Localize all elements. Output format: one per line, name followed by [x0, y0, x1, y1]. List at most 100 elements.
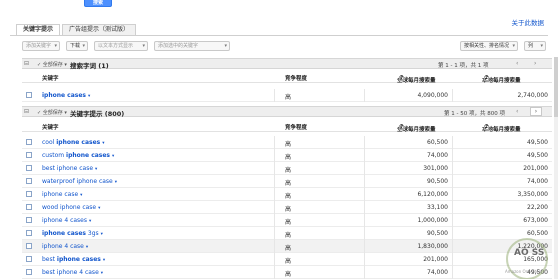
keyword-link[interactable]: iphone 4 cases ▾: [42, 217, 91, 224]
table-row: iphone cases 3gs ▾ 高 90,500 60,500: [22, 227, 552, 240]
local-searches-value: 74,000: [527, 178, 548, 185]
keyword-link[interactable]: cool iphone cases ▾: [42, 139, 104, 146]
keyword-link[interactable]: wood iphone case ▾: [42, 204, 100, 211]
competition-value: 高: [285, 94, 292, 101]
chevron-down-icon: ▾: [89, 219, 92, 224]
table-row: best iphone cases ▾ 高 201,000 165,000: [22, 253, 552, 266]
table-row: best iphone case ▾ 高 301,000 201,000: [22, 162, 552, 175]
help-icon[interactable]: ?: [484, 75, 489, 81]
tab-bar: 关键字提示 广告组提示（测试版）: [16, 24, 138, 35]
prev-page-icon[interactable]: ‹: [516, 108, 518, 115]
keyword-ideas-header: ⊟ ✓ 全部保存 ▾ 关键字提示 (800) 第 1 - 50 项，共 800 …: [22, 106, 552, 118]
table-row: waterproof iphone case ▾ 高 90,500 74,000: [22, 175, 552, 188]
global-searches-value: 201,000: [423, 256, 448, 263]
column-keyword[interactable]: 关键字: [42, 123, 59, 131]
keyword-link[interactable]: iphone case ▾: [42, 191, 82, 198]
keyword-link[interactable]: iphone cases 3gs ▾: [42, 230, 103, 237]
global-searches-value: 1,830,000: [417, 243, 448, 250]
competition-value: 高: [285, 167, 292, 174]
global-searches-value: 301,000: [423, 165, 448, 172]
local-searches-value: 673,000: [523, 217, 548, 224]
column-competition[interactable]: 竞争程度: [285, 123, 307, 131]
row-checkbox[interactable]: [26, 139, 32, 145]
about-data-link[interactable]: 关于此数据: [512, 17, 545, 27]
local-searches-value: 22,200: [527, 204, 548, 211]
watermark-subtext: Amazon One-Stop: [505, 269, 542, 274]
keyword-link[interactable]: iphone 4 case ▾: [42, 243, 88, 250]
keyword-link[interactable]: best iphone cases ▾: [42, 256, 105, 263]
tab-ad-group-ideas[interactable]: 广告组提示（测试版）: [62, 24, 137, 35]
next-page-button[interactable]: ›: [530, 107, 542, 116]
column-header-row: 关键字 竞争程度 全球每月搜索量? 本地每月搜索量?: [22, 72, 552, 84]
local-searches-value: 201,000: [523, 165, 548, 172]
row-checkbox[interactable]: [26, 256, 32, 262]
competition-value: 高: [285, 141, 292, 148]
local-searches-value: 49,500: [527, 152, 548, 159]
row-checkbox[interactable]: [26, 178, 32, 184]
competition-value: 高: [285, 245, 292, 252]
chevron-down-icon: ▾: [95, 167, 98, 172]
table-row: wood iphone case ▾ 高 33,100 22,200: [22, 201, 552, 214]
watermark-text: AO SS: [514, 248, 544, 258]
row-checkbox[interactable]: [26, 152, 32, 158]
chevron-down-icon: ▾: [102, 141, 105, 146]
chevron-down-icon: ▾: [224, 43, 227, 49]
search-button[interactable]: 搜索: [84, 0, 112, 7]
row-checkbox[interactable]: [26, 204, 32, 210]
tab-divider: [10, 35, 548, 36]
download-all-link[interactable]: ✓ 全部保存 ▾: [37, 109, 67, 116]
local-searches-value: 2,740,000: [517, 92, 548, 99]
keyword-link[interactable]: iphone cases ▾: [42, 92, 90, 99]
prev-page-icon[interactable]: ‹: [516, 60, 518, 67]
help-icon[interactable]: ?: [399, 124, 404, 130]
sort-select[interactable]: 按相关性、排名情况 ▾: [460, 41, 518, 51]
download-button[interactable]: 下载 ▾: [66, 41, 88, 51]
chevron-down-icon: ▾: [540, 43, 543, 49]
chevron-down-icon: ▾: [142, 43, 145, 49]
chevron-down-icon: ▾: [54, 43, 57, 49]
global-searches-value: 33,100: [427, 204, 448, 211]
tab-keyword-ideas[interactable]: 关键字提示: [16, 24, 61, 35]
row-checkbox[interactable]: [26, 92, 32, 98]
row-checkbox[interactable]: [26, 217, 32, 223]
keyword-link[interactable]: waterproof iphone case ▾: [42, 178, 117, 185]
chevron-down-icon: ▾: [80, 193, 83, 198]
competition-value: 高: [285, 232, 292, 239]
table-row: iphone 4 cases ▾ 高 1,000,000 673,000: [22, 214, 552, 227]
row-checkbox[interactable]: [26, 230, 32, 236]
columns-button[interactable]: 列 ▾: [524, 41, 546, 51]
row-checkbox[interactable]: [26, 269, 32, 275]
collapse-icon[interactable]: ⊟: [24, 60, 29, 67]
chevron-down-icon: ▾: [85, 245, 89, 250]
column-keyword[interactable]: 关键字: [42, 74, 59, 82]
chevron-down-icon: ▾: [512, 43, 515, 49]
keyword-link[interactable]: best iphone case ▾: [42, 165, 97, 172]
chevron-down-icon: ▾: [100, 271, 104, 276]
row-checkbox[interactable]: [26, 243, 32, 249]
watermark-logo: AO SS Amazon One-Stop: [505, 238, 548, 279]
row-checkbox[interactable]: [26, 165, 32, 171]
add-keyword-button[interactable]: 添加关键字 ▾: [22, 41, 60, 51]
column-competition[interactable]: 竞争程度: [285, 74, 307, 82]
chevron-down-icon: ▾: [88, 94, 91, 99]
table-row: cool iphone cases ▾ 高 60,500 49,500: [22, 136, 552, 149]
add-selected-button[interactable]: 添加选中的关键字 ▾: [154, 41, 230, 51]
table-row: iphone cases ▾ 高 4,090,000 2,740,000: [22, 89, 552, 102]
row-checkbox[interactable]: [26, 191, 32, 197]
local-searches-value: 3,350,000: [517, 191, 548, 198]
chevron-down-icon: ▾: [98, 206, 101, 211]
keyword-link[interactable]: custom iphone cases ▾: [42, 152, 114, 159]
competition-value: 高: [285, 219, 292, 226]
chevron-down-icon: ▾: [102, 258, 106, 263]
view-as-text-button[interactable]: 以文本方式显示 ▾: [94, 41, 148, 51]
keyword-link[interactable]: best iphone 4 case ▾: [42, 269, 103, 276]
next-page-icon[interactable]: ›: [534, 60, 536, 67]
help-icon[interactable]: ?: [399, 75, 404, 81]
global-searches-value: 90,500: [427, 230, 448, 237]
global-searches-value: 90,500: [427, 178, 448, 185]
download-all-link[interactable]: ✓ 全部保存 ▾: [37, 61, 67, 68]
global-searches-value: 6,120,000: [417, 191, 448, 198]
help-icon[interactable]: ?: [484, 124, 489, 130]
collapse-icon[interactable]: ⊟: [24, 108, 29, 115]
scrollbar-thumb[interactable]: [554, 57, 558, 117]
